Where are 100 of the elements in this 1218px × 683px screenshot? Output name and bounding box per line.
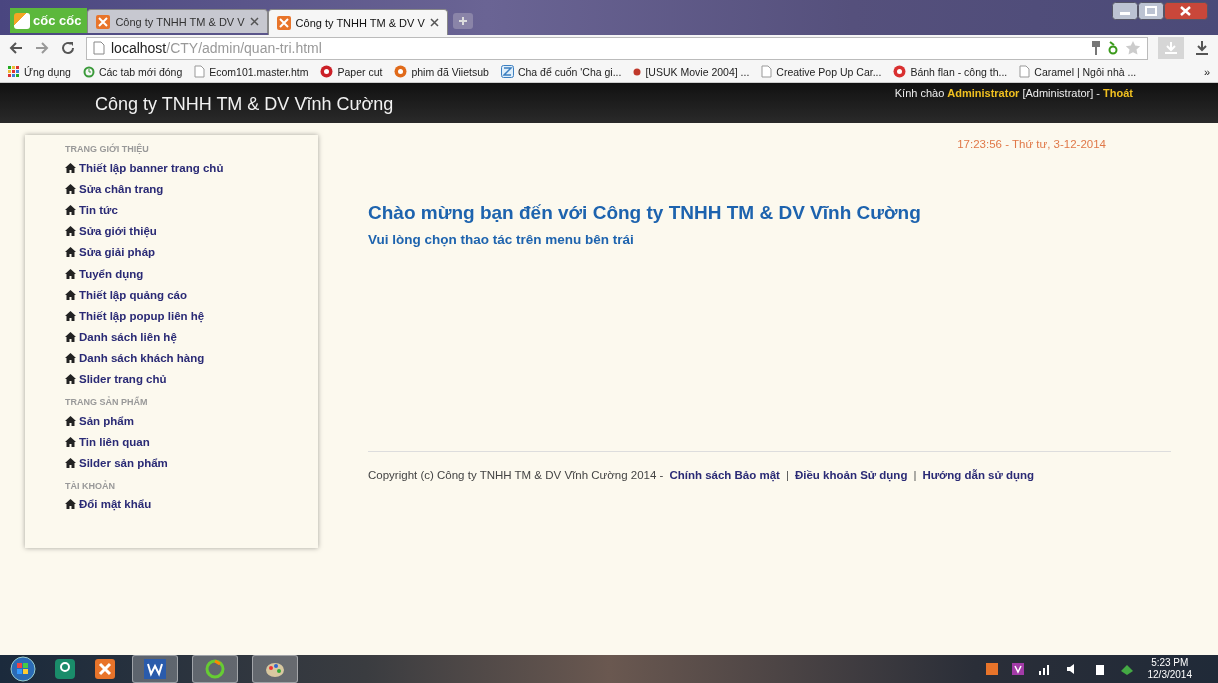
paint-taskbar-button[interactable] bbox=[252, 655, 298, 683]
menu-item[interactable]: Slider trang chủ bbox=[65, 368, 318, 391]
minimize-icon[interactable] bbox=[1112, 2, 1138, 20]
signal-icon[interactable] bbox=[1037, 663, 1052, 675]
menu-item[interactable]: Sửa chân trang bbox=[65, 178, 318, 200]
page-icon bbox=[761, 65, 773, 78]
home-icon bbox=[65, 353, 76, 364]
menu-item[interactable]: Thiết lập banner trang chủ bbox=[65, 157, 318, 179]
home-icon bbox=[65, 374, 76, 385]
new-tab-icon[interactable] bbox=[451, 12, 474, 30]
bookmark[interactable]: phim đã Viietsub bbox=[394, 65, 489, 78]
maximize-icon[interactable] bbox=[1138, 2, 1164, 20]
welcome-subtitle: Vui lòng chọn thao tác trên menu bên trái bbox=[368, 232, 635, 247]
menu-item[interactable]: Thiết lập quảng cáo bbox=[65, 284, 318, 306]
key-icon[interactable] bbox=[1091, 41, 1101, 55]
menu-item[interactable]: Silder sản phẩm bbox=[65, 452, 318, 474]
menu-item[interactable]: Tuyển dụng bbox=[65, 262, 318, 285]
page-icon bbox=[1019, 65, 1031, 78]
home-icon bbox=[65, 162, 76, 173]
menu-item[interactable]: Đổi mật khẩu bbox=[65, 493, 318, 515]
menu-item[interactable]: Tin liên quan bbox=[65, 431, 318, 453]
v-icon[interactable] bbox=[1011, 663, 1024, 675]
history-icon bbox=[82, 65, 95, 78]
start-button[interactable] bbox=[8, 656, 38, 682]
back-icon[interactable] bbox=[8, 40, 24, 56]
battery-icon[interactable] bbox=[1093, 663, 1106, 675]
bookmark[interactable]: Paper cut bbox=[320, 65, 383, 78]
browser-name: cốc cốc bbox=[33, 13, 82, 28]
forward-icon[interactable] bbox=[34, 40, 50, 56]
home-icon bbox=[65, 268, 76, 279]
page-icon bbox=[194, 65, 206, 78]
network-icon[interactable] bbox=[1119, 663, 1134, 675]
page-icon bbox=[93, 41, 105, 55]
bookmark[interactable]: Ứng dụng bbox=[8, 65, 71, 78]
accent-a-icon[interactable] bbox=[1107, 41, 1119, 55]
home-icon bbox=[65, 415, 76, 426]
footer-link[interactable]: Hướng dẫn sử dụng bbox=[922, 469, 1035, 481]
date-time: 17:23:56 - Thứ tư, 3-12-2014 bbox=[957, 138, 1106, 150]
close-icon[interactable] bbox=[429, 18, 439, 27]
home-icon bbox=[65, 247, 76, 258]
home-icon bbox=[65, 458, 76, 469]
download-icon[interactable] bbox=[1194, 40, 1210, 56]
greeting-text: Kính chào bbox=[894, 87, 945, 99]
round-logo-icon bbox=[394, 65, 408, 78]
home-icon bbox=[65, 436, 76, 447]
site-title: Công ty TNHH TM & DV Vĩnh Cường bbox=[95, 94, 394, 115]
browser-taskbar-button[interactable] bbox=[192, 655, 238, 683]
star-icon[interactable] bbox=[1125, 40, 1141, 56]
separator: | bbox=[785, 469, 789, 481]
menu-item[interactable]: Thiết lập popup liên hệ bbox=[65, 305, 318, 327]
z-logo-icon bbox=[500, 65, 514, 78]
footer-link[interactable]: Điều khoản Sử dụng bbox=[794, 469, 908, 481]
home-icon bbox=[65, 204, 76, 215]
bookmark[interactable]: [USUK Movie 2004] ... bbox=[633, 65, 750, 78]
xampp-icon[interactable] bbox=[92, 657, 118, 681]
reload-icon[interactable] bbox=[60, 40, 76, 56]
clock[interactable]: 5:23 PM 12/3/2014 bbox=[1147, 657, 1192, 681]
copyright-text: Copyright (c) Công ty TNHH TM & DV Vĩnh Cường 2014 - bbox=[368, 469, 664, 481]
home-icon bbox=[65, 310, 76, 321]
address-bar[interactable]: localhost/CTY/admin/quan-tri.html bbox=[86, 36, 1148, 60]
menu-item[interactable]: Sản phẩm bbox=[65, 410, 318, 432]
role-text: [Administrator] - bbox=[1022, 87, 1101, 99]
home-icon bbox=[65, 332, 76, 343]
bookmark[interactable]: Cha để cuốn 'Cha gi... bbox=[500, 65, 622, 78]
bookmark[interactable]: Caramel | Ngôi nhà ... bbox=[1019, 65, 1137, 78]
username-link[interactable]: Administrator bbox=[947, 87, 1020, 99]
browser-tab[interactable]: Công ty TNHH TM & DV V bbox=[267, 9, 448, 35]
menu-item[interactable]: Tin tức bbox=[65, 199, 318, 221]
xampp-icon bbox=[276, 15, 291, 30]
home-icon bbox=[65, 226, 76, 237]
logout-link[interactable]: Thoát bbox=[1103, 87, 1133, 99]
bookmark[interactable]: Các tab mới đóng bbox=[82, 65, 183, 78]
word-icon bbox=[144, 659, 166, 679]
home-icon bbox=[65, 499, 76, 510]
word-taskbar-button[interactable] bbox=[132, 655, 178, 683]
browser-tab[interactable]: Công ty TNHH TM & DV V bbox=[87, 9, 268, 33]
download-icon bbox=[1163, 40, 1179, 56]
separator: | bbox=[913, 469, 917, 481]
bookmark[interactable]: Bánh flan - công th... bbox=[893, 65, 1008, 78]
close-icon[interactable] bbox=[249, 17, 259, 26]
home-icon bbox=[65, 289, 76, 300]
welcome-title: Chào mừng bạn đến với Công ty TNHH TM & DV Vĩnh Cường bbox=[368, 202, 922, 224]
bookmark[interactable]: Creative Pop Up Car... bbox=[761, 65, 882, 78]
menu-heading: TÀI KHOẢN bbox=[65, 479, 116, 493]
apps-grid-icon bbox=[8, 65, 20, 78]
menu-heading: TRANG GIỚI THIỆU bbox=[65, 142, 150, 156]
dot-icon bbox=[633, 67, 642, 76]
menu-item[interactable]: Danh sách liên hệ bbox=[65, 326, 318, 348]
menu-heading: TRANG SẢN PHẨM bbox=[65, 395, 149, 410]
xampp-icon bbox=[96, 14, 111, 29]
round-logo-icon bbox=[320, 65, 334, 78]
round-logo-icon bbox=[893, 65, 907, 78]
bookmark[interactable]: Ecom101.master.htm bbox=[194, 65, 309, 78]
home-icon bbox=[65, 183, 76, 194]
menu-item[interactable]: Sửa giới thiệu bbox=[65, 220, 318, 242]
close-icon[interactable] bbox=[1164, 2, 1208, 20]
footer-link[interactable]: Chính sách Bảo mật bbox=[669, 469, 780, 481]
menu-item[interactable]: Sửa giải pháp bbox=[65, 241, 318, 263]
more-bookmarks-button[interactable]: » bbox=[1203, 65, 1210, 78]
menu-item[interactable]: Danh sách khách hàng bbox=[65, 347, 318, 369]
